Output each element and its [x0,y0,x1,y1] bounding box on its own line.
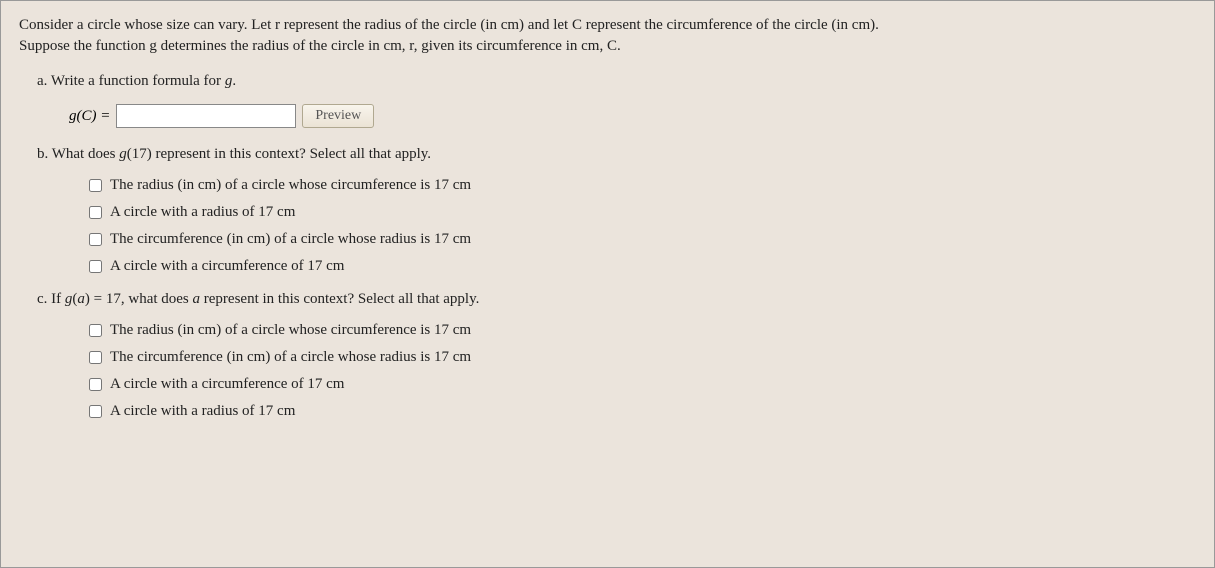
checkbox-b-3[interactable] [89,233,102,246]
part-c-options: The radius (in cm) of a circle whose cir… [89,322,1196,420]
checkbox-c-3[interactable] [89,378,102,391]
option-label: The radius (in cm) of a circle whose cir… [110,322,471,339]
intro-line-1: Consider a circle whose size can vary. L… [19,17,879,33]
preview-button[interactable]: Preview [302,104,374,128]
option-label: The circumference (in cm) of a circle wh… [110,349,471,366]
question-container: Consider a circle whose size can vary. L… [0,0,1215,568]
option-row: The radius (in cm) of a circle whose cir… [89,322,1196,339]
part-b-label: b. What does g(17) represent in this con… [37,146,1196,163]
part-b: b. What does g(17) represent in this con… [37,146,1196,275]
part-a-label: a. Write a function formula for g. [37,73,1196,90]
option-label: A circle with a circumference of 17 cm [110,258,344,275]
part-c-label: c. If g(a) = 17, what does a represent i… [37,291,1196,308]
checkbox-c-2[interactable] [89,351,102,364]
option-row: A circle with a circumference of 17 cm [89,376,1196,393]
formula-prefix: g(C) = [69,108,110,125]
intro-text: Consider a circle whose size can vary. L… [19,15,1196,57]
option-row: The circumference (in cm) of a circle wh… [89,349,1196,366]
formula-input[interactable] [116,104,296,128]
option-row: The circumference (in cm) of a circle wh… [89,231,1196,248]
part-a: a. Write a function formula for g. g(C) … [37,73,1196,128]
part-c: c. If g(a) = 17, what does a represent i… [37,291,1196,420]
option-label: The radius (in cm) of a circle whose cir… [110,177,471,194]
option-label: A circle with a radius of 17 cm [110,403,295,420]
option-row: A circle with a radius of 17 cm [89,204,1196,221]
option-row: A circle with a radius of 17 cm [89,403,1196,420]
option-label: A circle with a circumference of 17 cm [110,376,344,393]
checkbox-b-2[interactable] [89,206,102,219]
option-label: A circle with a radius of 17 cm [110,204,295,221]
option-row: A circle with a circumference of 17 cm [89,258,1196,275]
checkbox-c-1[interactable] [89,324,102,337]
formula-row: g(C) = Preview [69,104,1196,128]
option-label: The circumference (in cm) of a circle wh… [110,231,471,248]
checkbox-b-4[interactable] [89,260,102,273]
part-b-options: The radius (in cm) of a circle whose cir… [89,177,1196,275]
option-row: The radius (in cm) of a circle whose cir… [89,177,1196,194]
checkbox-c-4[interactable] [89,405,102,418]
intro-line-2: Suppose the function g determines the ra… [19,38,621,54]
checkbox-b-1[interactable] [89,179,102,192]
